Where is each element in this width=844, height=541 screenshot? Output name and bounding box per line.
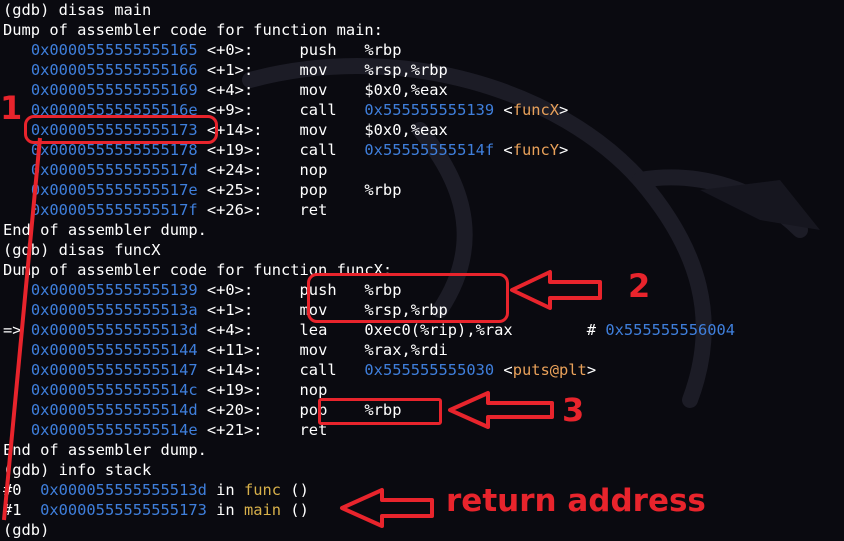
symbol-text: puts@plt (512, 361, 587, 379)
symbol-text: funcX (512, 101, 560, 119)
terminal-text: (gdb) disas funcX (3, 241, 161, 259)
address-text: 0x000055555555514e (30, 421, 198, 439)
address-text: 0x000055555555514d (30, 401, 198, 419)
terminal-line: 0x000055555555517e <+25>: pop %rbp (3, 180, 735, 200)
terminal-text: (gdb) (3, 521, 50, 539)
terminal-text: End of assembler dump. (3, 441, 207, 459)
terminal-text: #0 (3, 481, 41, 499)
address-text: 0x000055555555513d (30, 321, 198, 339)
terminal-line: 0x0000555555555165 <+0>: push %rbp (3, 40, 735, 60)
terminal-text: Dump of assembler code for function main… (3, 21, 383, 39)
terminal-line: 0x000055555555517f <+26>: ret (3, 200, 735, 220)
terminal-text: < (494, 101, 513, 119)
address-text: 0x555555555139 (364, 101, 495, 119)
terminal-line: End of assembler dump. (3, 220, 735, 240)
terminal-line: => 0x000055555555513d <+4>: lea 0xec0(%r… (3, 320, 735, 340)
terminal-text: () (281, 481, 309, 499)
highlight-box-prologue (307, 273, 509, 323)
terminal-text: #1 (3, 501, 41, 519)
terminal-text: (gdb) disas main (3, 1, 152, 19)
terminal-text: <+9>: call (197, 101, 365, 119)
address-text: 0x0000555555555144 (30, 341, 198, 359)
terminal-text: < (494, 141, 513, 159)
symbol-text: main (243, 501, 282, 519)
annotation-label-2: 2 (628, 267, 651, 305)
terminal-text: <+26>: ret (197, 201, 328, 219)
address-text: 0x000055555555513d (40, 481, 207, 499)
address-text: 0x000055555555514c (30, 381, 198, 399)
terminal-line: (gdb) disas main (3, 0, 735, 20)
terminal-text: <+24>: nop (197, 161, 328, 179)
terminal-line: 0x0000555555555166 <+1>: mov %rsp,%rbp (3, 60, 735, 80)
terminal-text: () (281, 501, 309, 519)
terminal-line: 0x000055555555514c <+19>: nop (3, 380, 735, 400)
terminal-text: <+14>: mov $0x0,%eax (197, 121, 448, 139)
address-text: 0x0000555555555173 (40, 501, 207, 519)
terminal-text: in (206, 501, 244, 519)
terminal-text: <+19>: call (197, 141, 365, 159)
address-text: 0x55555555514f (364, 141, 495, 159)
address-text: 0x555555556004 (605, 321, 736, 339)
terminal-text: => (3, 321, 31, 339)
address-text: 0x0000555555555147 (30, 361, 198, 379)
address-text: 0x000055555555513a (30, 301, 198, 319)
terminal-text: <+19>: nop (197, 381, 328, 399)
terminal-line: 0x0000555555555147 <+14>: call 0x5555555… (3, 360, 735, 380)
terminal-line: 0x0000555555555169 <+4>: mov $0x0,%eax (3, 80, 735, 100)
terminal-text: <+11>: mov %rax,%rdi (197, 341, 448, 359)
address-text: 0x000055555555517d (30, 161, 198, 179)
highlight-box-return-address (24, 115, 218, 144)
address-text: 0x0000555555555169 (30, 81, 198, 99)
terminal-line: 0x0000555555555144 <+11>: mov %rax,%rdi (3, 340, 735, 360)
annotation-label-1: 1 (0, 89, 23, 127)
symbol-text: func (243, 481, 282, 499)
terminal-line: End of assembler dump. (3, 440, 735, 460)
terminal-text: <+21>: ret (197, 421, 328, 439)
symbol-text: funcY (512, 141, 560, 159)
terminal-text: <+4>: mov $0x0,%eax (197, 81, 448, 99)
terminal-text: End of assembler dump. (3, 221, 207, 239)
terminal-line: (gdb) info stack (3, 460, 735, 480)
terminal-line: (gdb) (3, 520, 735, 540)
address-text: 0x0000555555555165 (30, 41, 198, 59)
return-address-label: return address (446, 483, 706, 519)
highlight-box-pop-rbp (318, 398, 442, 425)
terminal-text: > (559, 141, 569, 159)
address-text: 0x000055555555517e (30, 181, 198, 199)
address-text: 0x000055555555517f (30, 201, 198, 219)
terminal-text: > (559, 101, 569, 119)
terminal-text: <+0>: push %rbp (197, 41, 402, 59)
terminal-line: (gdb) disas funcX (3, 240, 735, 260)
address-text: 0x0000555555555139 (30, 281, 198, 299)
terminal-text: (gdb) info stack (3, 461, 152, 479)
terminal-text: <+4>: lea 0xec0(%rip),%rax # (197, 321, 606, 339)
terminal-text: > (586, 361, 597, 379)
terminal-line: 0x000055555555517d <+24>: nop (3, 160, 735, 180)
terminal-text: in (206, 481, 244, 499)
terminal-text: <+14>: call (197, 361, 365, 379)
terminal-text: <+25>: pop %rbp (197, 181, 402, 199)
address-text: 0x0000555555555166 (30, 61, 198, 79)
terminal-line: Dump of assembler code for function main… (3, 20, 735, 40)
annotation-label-3: 3 (562, 391, 585, 429)
terminal-output: (gdb) disas main Dump of assembler code f… (3, 0, 735, 540)
address-text: 0x555555555030 (364, 361, 495, 379)
terminal-text: < (494, 361, 513, 379)
terminal-text: <+1>: mov %rsp,%rbp (197, 61, 448, 79)
